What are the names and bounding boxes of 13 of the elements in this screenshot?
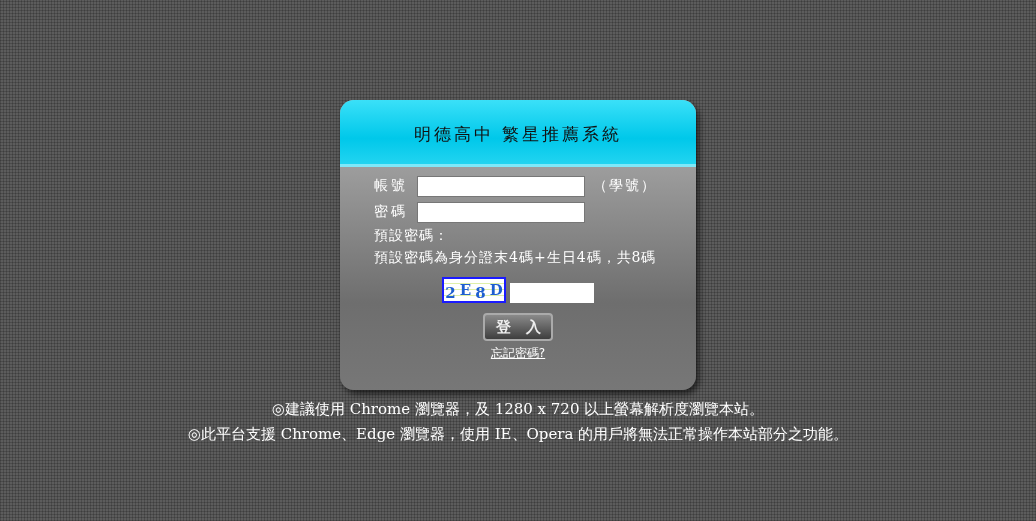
field-label: 密碼 [374,203,409,221]
panel-title: 明德高中 繁星推薦系統 [413,122,623,146]
notice-text: ◎建議使用 Chrome 瀏覽器，及 1280 x 720 以上螢幕解析度瀏覽本站。 [271,400,765,419]
note-title: 預設密碼： [374,227,450,245]
field-hint: （學號） [593,177,657,195]
note-text: 預設密碼為身分證末4碼+生日4碼，共8碼 [374,249,658,267]
input-field[interactable] [417,175,585,197]
field-label: 帳號 [374,177,409,195]
captcha-field[interactable] [510,283,594,303]
input-field[interactable] [417,201,585,223]
login-button[interactable]: 登 入 [483,313,553,341]
forgot-password-link[interactable]: 忘記密碼? [490,345,546,362]
notice-text: ◎此平台支援 Chrome、Edge 瀏覽器，使用 IE、Opera 的用戶將無法正常操作本站部分之功能。 [187,425,849,444]
